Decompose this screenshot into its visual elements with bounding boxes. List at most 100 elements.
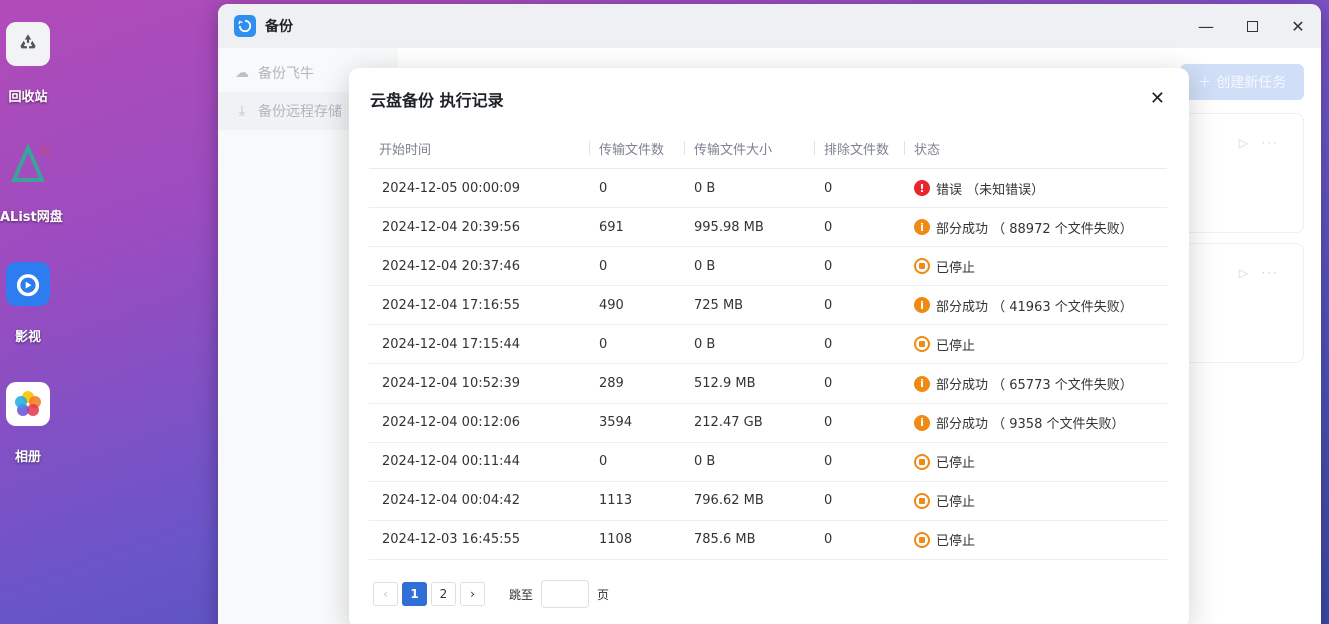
- status-text: 已停止: [936, 338, 976, 354]
- page-suffix: 页: [597, 587, 610, 602]
- status-text: 部分成功 （ 65773 个文件失败）: [936, 378, 1133, 394]
- cell-file-count: 691: [599, 219, 624, 235]
- stopped-icon: [914, 531, 930, 548]
- status-text: 已停止: [936, 534, 976, 550]
- cell-status: i 部分成功 （ 88972 个文件失败）: [904, 218, 1167, 237]
- table-row: 2024-12-04 10:52:39 289 512.9 MB 0 i 部分成功 （ 6…: [369, 364, 1167, 404]
- cell-start-time: 2024-12-03 16:45:55: [382, 532, 521, 548]
- cell-start-time: 2024-12-04 00:04:42: [382, 493, 521, 509]
- cell-start-time: 2024-12-04 20:37:46: [382, 258, 521, 274]
- column-header-start-time: 开始时间: [379, 143, 432, 158]
- desktop-icon-label: AList网盘: [0, 210, 63, 225]
- modal-close-button[interactable]: ✕: [1150, 88, 1165, 109]
- cell-file-count: 3594: [599, 415, 633, 431]
- stopped-icon: [914, 336, 930, 353]
- cell-excluded: 0: [824, 180, 833, 196]
- column-header-file-size: 传输文件大小: [684, 139, 814, 158]
- video-icon: [6, 262, 50, 306]
- cell-status: 已停止: [904, 530, 1167, 549]
- error-icon: !: [914, 180, 930, 197]
- next-page-button[interactable]: ›: [460, 582, 485, 606]
- jump-page-input[interactable]: [541, 580, 590, 608]
- desktop-icon-video[interactable]: 影视: [0, 262, 56, 345]
- column-header-excluded: 排除文件数: [814, 139, 904, 158]
- cell-excluded: 0: [824, 258, 833, 274]
- page-button-1[interactable]: 1: [402, 582, 427, 606]
- alist-icon: V3: [6, 142, 50, 186]
- warning-icon: i: [914, 219, 930, 236]
- column-header-file-count: 传输文件数: [589, 139, 684, 158]
- column-header-status: 状态: [904, 139, 1167, 158]
- cell-file-count: 1113: [599, 493, 633, 509]
- cell-file-count: 289: [599, 376, 624, 392]
- cell-excluded: 0: [824, 454, 833, 470]
- execution-log-modal: 云盘备份 执行记录 ✕ 开始时间 传输文件数 传输文件大小 排除文件数 状态 2…: [349, 68, 1189, 624]
- desktop-icon-label: 回收站: [8, 90, 48, 105]
- maximize-icon: [1246, 20, 1258, 32]
- cell-status: 已停止: [904, 257, 1167, 276]
- maximize-button[interactable]: [1229, 4, 1275, 48]
- cell-excluded: 0: [824, 415, 833, 431]
- photos-icon: [6, 382, 50, 426]
- cell-start-time: 2024-12-04 00:11:44: [382, 454, 521, 470]
- cell-status: ! 错误 （未知错误）: [904, 179, 1167, 198]
- stopped-icon: [914, 492, 930, 509]
- cell-start-time: 2024-12-04 17:15:44: [382, 336, 521, 352]
- warning-icon: i: [914, 297, 930, 314]
- status-text: 部分成功 （ 9358 个文件失败）: [936, 417, 1125, 433]
- execution-log-table: 开始时间 传输文件数 传输文件大小 排除文件数 状态 2024-12-05 00…: [369, 129, 1167, 560]
- window-title: 备份: [265, 19, 293, 35]
- svg-text:V3: V3: [40, 146, 50, 157]
- stopped-icon: [914, 258, 930, 275]
- cell-file-size: 785.6 MB: [694, 532, 756, 548]
- cell-file-size: 796.62 MB: [694, 493, 764, 509]
- cell-status: i 部分成功 （ 41963 个文件失败）: [904, 296, 1167, 315]
- page-button-2[interactable]: 2: [431, 582, 456, 606]
- table-row: 2024-12-04 20:37:46 0 0 B 0 已停止: [369, 247, 1167, 287]
- cell-excluded: 0: [824, 336, 833, 352]
- cell-status: 已停止: [904, 335, 1167, 354]
- backup-app-icon: [234, 15, 256, 37]
- cell-file-size: 995.98 MB: [694, 219, 764, 235]
- status-text: 部分成功 （ 41963 个文件失败）: [936, 299, 1133, 315]
- pagination: ‹ 1 2 › 跳至 页: [373, 580, 609, 608]
- cell-excluded: 0: [824, 219, 833, 235]
- cell-file-size: 725 MB: [694, 297, 744, 313]
- status-text: 已停止: [936, 495, 976, 511]
- cell-status: i 部分成功 （ 65773 个文件失败）: [904, 374, 1167, 393]
- warning-icon: i: [914, 414, 930, 431]
- minimize-button[interactable]: —: [1183, 4, 1229, 48]
- cell-file-size: 0 B: [694, 454, 716, 470]
- desktop-icon-photos[interactable]: 相册: [0, 382, 56, 465]
- cell-file-count: 0: [599, 258, 608, 274]
- desktop-icon-alist[interactable]: V3 AList网盘: [0, 142, 63, 225]
- cell-file-count: 490: [599, 297, 624, 313]
- prev-page-button[interactable]: ‹: [373, 582, 398, 606]
- cell-start-time: 2024-12-04 17:16:55: [382, 297, 521, 313]
- cell-file-size: 212.47 GB: [694, 415, 763, 431]
- cell-file-size: 0 B: [694, 258, 716, 274]
- cell-file-size: 0 B: [694, 180, 716, 196]
- close-icon: ✕: [1291, 16, 1305, 36]
- close-window-button[interactable]: ✕: [1275, 4, 1321, 48]
- jump-label: 跳至: [509, 587, 534, 602]
- table-body: 2024-12-05 00:00:09 0 0 B 0 ! 错误 （未知错误） 2024-1…: [369, 169, 1167, 560]
- desktop-icon-label: 影视: [14, 330, 41, 345]
- cell-status: 已停止: [904, 452, 1167, 471]
- close-icon: ✕: [1149, 88, 1165, 109]
- desktop-icon-label: 相册: [14, 450, 41, 465]
- table-row: 2024-12-04 17:16:55 490 725 MB 0 i 部分成功 （ 419…: [369, 286, 1167, 326]
- minimize-icon: —: [1198, 16, 1214, 36]
- desktop-icon-recycle-bin[interactable]: 回收站: [0, 22, 56, 105]
- cell-file-size: 0 B: [694, 336, 716, 352]
- warning-icon: i: [914, 375, 930, 392]
- cell-start-time: 2024-12-05 00:00:09: [382, 180, 521, 196]
- table-header: 开始时间 传输文件数 传输文件大小 排除文件数 状态: [369, 129, 1167, 169]
- table-row: 2024-12-04 00:04:42 1113 796.62 MB 0 已停止: [369, 482, 1167, 521]
- cell-file-count: 1108: [599, 532, 633, 548]
- table-row: 2024-12-03 16:45:55 1108 785.6 MB 0 已停止: [369, 521, 1167, 560]
- cell-file-size: 512.9 MB: [694, 376, 756, 392]
- titlebar: 备份 — ✕: [218, 4, 1321, 48]
- cell-excluded: 0: [824, 493, 833, 509]
- recycle-bin-icon: [6, 22, 50, 66]
